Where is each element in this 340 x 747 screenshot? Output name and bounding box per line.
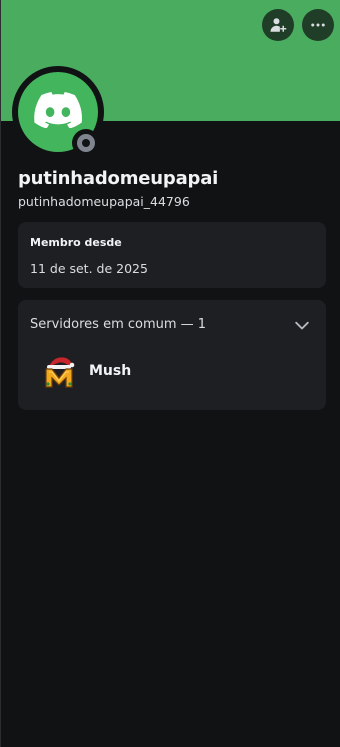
user-profile-panel: putinhadomeupapai putinhadomeupapai_4479… xyxy=(0,0,340,747)
more-icon xyxy=(309,16,327,34)
display-name: putinhadomeupapai xyxy=(18,168,219,189)
username: putinhadomeupapai_44796 xyxy=(18,194,190,209)
discord-logo-icon xyxy=(34,92,82,132)
add-friend-button[interactable] xyxy=(262,9,294,41)
mush-server-icon xyxy=(41,354,77,390)
member-since-date: 11 de set. de 2025 xyxy=(30,261,148,276)
add-friend-icon xyxy=(269,16,287,34)
mutual-servers-label: Servidores em comum — 1 xyxy=(30,317,207,332)
chevron-down-icon[interactable] xyxy=(292,316,312,336)
member-since-label: Membro desde xyxy=(30,236,122,249)
mutual-server-item[interactable]: Mush xyxy=(30,349,314,397)
mutual-servers-card: Servidores em comum — 1 Mush xyxy=(18,300,326,410)
more-options-button[interactable] xyxy=(302,9,334,41)
server-name: Mush xyxy=(89,363,132,379)
status-indicator-center xyxy=(82,139,90,147)
member-since-card: Membro desde 11 de set. de 2025 xyxy=(18,222,326,288)
